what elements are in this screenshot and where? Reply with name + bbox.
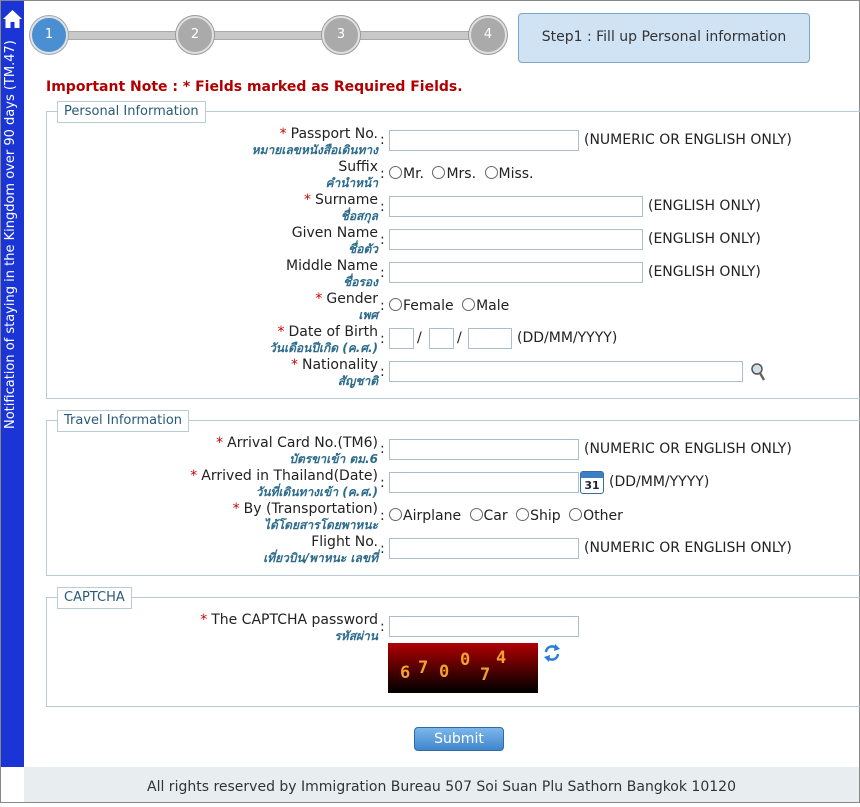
date-separator: /	[457, 330, 462, 346]
date-separator: /	[417, 330, 422, 346]
transport-other-radio[interactable]: Other	[569, 508, 623, 524]
captcha-legend: CAPTCHA	[57, 587, 132, 609]
transport-ship-radio[interactable]: Ship	[516, 508, 561, 524]
passport-hint: (NUMERIC OR ENGLISH ONLY)	[584, 132, 792, 148]
colon: :	[380, 166, 385, 182]
suffix-mrs-radio[interactable]: Mrs.	[432, 166, 476, 182]
colon: :	[380, 475, 385, 491]
transport-car-radio[interactable]: Car	[470, 508, 508, 524]
required-marker: *	[280, 126, 287, 142]
step-4: 4	[469, 16, 507, 54]
gender-radio-group: Female Male	[389, 298, 513, 314]
dob-month-input[interactable]	[429, 328, 454, 349]
required-fields-note: Important Note : * Fields marked as Requ…	[46, 79, 463, 95]
sidebar: Notification of staying in the Kingdom o…	[1, 1, 24, 767]
step-connector	[212, 31, 332, 40]
middle-name-input[interactable]	[389, 262, 643, 283]
calendar-icon[interactable]: 31	[580, 471, 604, 494]
captcha-label: *The CAPTCHA password รหัสผ่าน	[200, 612, 378, 644]
given-name-hint: (ENGLISH ONLY)	[648, 231, 761, 247]
suffix-radio-group: Mr. Mrs. Miss.	[389, 166, 538, 182]
search-icon[interactable]	[750, 362, 766, 382]
transport-airplane-radio[interactable]: Airplane	[389, 508, 461, 524]
arrival-card-hint: (NUMERIC OR ENGLISH ONLY)	[584, 441, 792, 457]
arrival-card-label: *Arrival Card No.(TM6) บัตรขาเข้า ตม.6	[216, 435, 378, 467]
arrival-card-input[interactable]	[389, 439, 579, 460]
step-connector	[358, 31, 478, 40]
refresh-icon[interactable]	[543, 643, 561, 663]
captcha-char: 0	[460, 650, 470, 670]
colon: :	[380, 364, 385, 380]
colon: :	[380, 541, 385, 557]
flight-number-hint: (NUMERIC OR ENGLISH ONLY)	[584, 540, 792, 556]
flight-label: Flight No. เที่ยวบิน/พาหนะ เลขที่	[263, 534, 378, 566]
colon: :	[380, 132, 385, 148]
transport-label: *By (Transportation) ได้โดยสารโดยพาหนะ	[233, 501, 378, 533]
step-connector	[66, 31, 186, 40]
surname-input[interactable]	[389, 196, 643, 217]
captcha-image: 6 7 0 0 7 4	[388, 643, 538, 693]
captcha-char: 7	[418, 658, 428, 678]
dob-label: *Date of Birth วันเดือนปีเกิด (ค.ศ.)	[269, 324, 378, 356]
captcha-char: 6	[400, 663, 410, 683]
travel-info-legend: Travel Information	[57, 410, 189, 432]
suffix-mr-radio[interactable]: Mr.	[389, 166, 424, 182]
surname-label: *Surname ชื่อสกุล	[304, 192, 378, 224]
nationality-input[interactable]	[389, 361, 743, 382]
gender-female-radio[interactable]: Female	[389, 298, 454, 314]
current-step-title: Step1 : Fill up Personal information	[518, 13, 810, 63]
submit-button[interactable]: Submit	[414, 727, 504, 751]
arrival-date-input[interactable]	[389, 472, 579, 493]
given-name-label: Given Name ชื่อตัว	[292, 225, 378, 257]
dob-hint: (DD/MM/YYYY)	[517, 330, 617, 346]
step-3: 3	[322, 16, 360, 54]
surname-hint: (ENGLISH ONLY)	[648, 198, 761, 214]
suffix-label: Suffix คำนำหน้า	[325, 159, 378, 191]
step-2: 2	[176, 16, 214, 54]
arrival-date-label: *Arrived in Thailand(Date) วันที่เดินทาง…	[190, 468, 378, 500]
personal-info-legend: Personal Information	[57, 101, 206, 123]
colon: :	[380, 331, 385, 347]
transport-radio-group: Airplane Car Ship Other	[389, 508, 627, 524]
colon: :	[380, 265, 385, 281]
colon: :	[380, 441, 385, 457]
middle-name-hint: (ENGLISH ONLY)	[648, 264, 761, 280]
captcha-input[interactable]	[389, 616, 579, 637]
dob-year-input[interactable]	[468, 328, 512, 349]
captcha-char: 4	[496, 648, 506, 668]
sidebar-title: Notification of staying in the Kingdom o…	[3, 34, 18, 429]
flight-number-input[interactable]	[389, 538, 579, 559]
footer: All rights reserved by Immigration Burea…	[24, 767, 859, 802]
suffix-miss-radio[interactable]: Miss.	[485, 166, 534, 182]
arrival-date-hint: (DD/MM/YYYY)	[609, 474, 709, 490]
gender-label: *Gender เพศ	[315, 291, 378, 323]
middle-name-label: Middle Name ชื่อรอง	[286, 258, 378, 290]
captcha-char: 0	[439, 662, 449, 682]
nationality-label: *Nationality สัญชาติ	[291, 357, 378, 389]
passport-label: *Passport No. หมายเลขหนังสือเดินทาง	[252, 126, 378, 158]
colon: :	[380, 232, 385, 248]
gender-male-radio[interactable]: Male	[462, 298, 509, 314]
dob-day-input[interactable]	[389, 328, 414, 349]
given-name-input[interactable]	[389, 229, 643, 250]
step-1: 1	[30, 16, 68, 54]
colon: :	[380, 508, 385, 524]
colon: :	[380, 619, 385, 635]
colon: :	[380, 298, 385, 314]
captcha-char: 7	[480, 665, 490, 685]
passport-input[interactable]	[389, 130, 579, 151]
personal-info-section	[46, 111, 860, 399]
home-icon[interactable]	[1, 7, 24, 31]
colon: :	[380, 199, 385, 215]
